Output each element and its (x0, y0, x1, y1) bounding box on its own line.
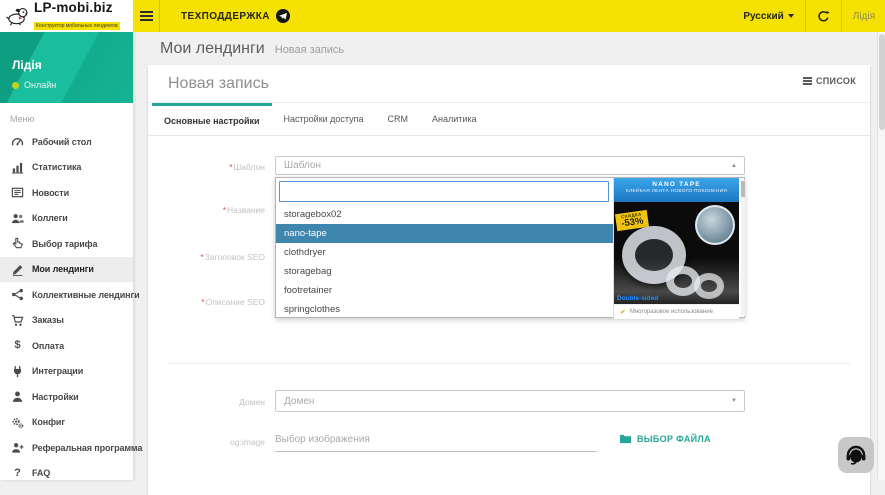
hamburger-menu-button[interactable] (133, 0, 159, 32)
logo-subtitle: Конструктор мобильных лендингов (34, 22, 120, 30)
language-selector[interactable]: Русский (743, 11, 793, 22)
option-springclothes[interactable]: springclothes (276, 300, 613, 319)
name-field-label: *Название (168, 205, 265, 215)
sidebar-item-settings[interactable]: Настройки (0, 384, 133, 410)
dollar-icon: $ (11, 339, 24, 352)
template-select[interactable]: Шаблон ▲ (275, 156, 745, 175)
sidebar-user-panel: Лідія Онлайн (0, 32, 133, 103)
logo-title: LP-mobi.biz (34, 1, 120, 14)
news-icon (11, 186, 24, 199)
preview-feature-row: ✔ Многоразовое использование (614, 304, 739, 319)
breadcrumb-current: Новая запись (275, 44, 344, 56)
topbar-divider (841, 0, 842, 32)
sidebar-item-payment[interactable]: $ Оплата (0, 333, 133, 359)
share-icon (11, 288, 24, 301)
sidebar-item-statistics[interactable]: Статистика (0, 155, 133, 181)
template-preview-image: NANO TAPE КЛЕЙКАЯ ЛЕНТА НОВОГО ПОКОЛЕНИЯ… (613, 178, 739, 319)
topbar-divider (805, 0, 806, 32)
option-footretainer[interactable]: footretainer (276, 281, 613, 300)
template-search-input[interactable] (279, 181, 609, 202)
tab-access-settings[interactable]: Настройки доступа (272, 103, 376, 135)
online-status-label: Онлайн (24, 80, 56, 90)
breadcrumb-title: Мои лендинги (160, 40, 265, 58)
list-icon (803, 77, 812, 85)
hand-pointer-icon (11, 237, 24, 250)
bar-chart-icon (11, 161, 24, 174)
scrollbar-thumb[interactable] (879, 34, 885, 130)
new-record-card: Новая запись СПИСОК Основные настройки Н… (148, 65, 870, 495)
topbar: LP-mobi.biz Конструктор мобильных лендин… (0, 0, 885, 32)
template-options-list: storagebox02 nano-tape clothdryer storag… (276, 205, 613, 319)
page-scrollbar[interactable] (877, 32, 885, 480)
dog-logo-icon (6, 6, 29, 26)
seo-description-field-label: *Описание SEO (168, 297, 265, 307)
template-field-label: *Шаблон (168, 162, 265, 172)
option-storagebag[interactable]: storagebag (276, 262, 613, 281)
gears-icon (11, 416, 24, 429)
og-image-input[interactable] (275, 428, 597, 452)
option-storagebox02[interactable]: storagebox02 (276, 205, 613, 224)
logo[interactable]: LP-mobi.biz Конструктор мобильных лендин… (0, 0, 133, 32)
headset-icon (844, 443, 868, 467)
sidebar-username: Лідія (12, 58, 133, 72)
sidebar-item-tariff[interactable]: Выбор тарифа (0, 231, 133, 257)
sidebar-item-my-landings[interactable]: Мои лендинги (0, 257, 133, 283)
card-title: Новая запись (168, 75, 269, 93)
choose-file-button[interactable]: ВЫБОР ФАЙЛА (619, 433, 711, 444)
tab-bar: Основные настройки Настройки доступа CRM… (148, 103, 870, 136)
folder-icon (619, 433, 632, 444)
sidebar-item-orders[interactable]: Заказы (0, 308, 133, 334)
question-icon: ? (11, 467, 24, 480)
seo-title-field-label: *Заголовок SEO (168, 252, 265, 262)
support-chat-button[interactable] (838, 437, 874, 473)
sidebar: Лідія Онлайн Меню Рабочий стол Статистик… (0, 32, 133, 480)
sidebar-item-faq[interactable]: ? FAQ (0, 461, 133, 487)
user-icon (11, 390, 24, 403)
online-status-dot (12, 82, 19, 89)
support-label: ТЕХПОДДЕРЖКА (181, 11, 270, 22)
user-plus-icon (11, 441, 24, 454)
users-icon (11, 212, 24, 225)
form-section-divider (168, 363, 850, 364)
plug-icon (11, 365, 24, 378)
sidebar-item-integrations[interactable]: Интеграции (0, 359, 133, 385)
breadcrumb: Мои лендинги Новая запись (160, 40, 344, 58)
telegram-icon (276, 9, 290, 23)
dropdown-scrollbar[interactable] (741, 180, 745, 316)
domain-select[interactable]: Домен ▼ (275, 390, 745, 412)
tab-main-settings[interactable]: Основные настройки (152, 103, 272, 135)
sidebar-item-dashboard[interactable]: Рабочий стол (0, 129, 133, 155)
menu-section-label: Меню (10, 114, 133, 124)
language-label: Русский (743, 11, 783, 22)
dashboard-icon (11, 135, 24, 148)
sidebar-item-config[interactable]: Конфиг (0, 410, 133, 436)
option-clothdryer[interactable]: clothdryer (276, 243, 613, 262)
preview-inset-photo (695, 205, 735, 245)
tape-roll-image (694, 273, 724, 299)
tab-crm[interactable]: CRM (376, 103, 421, 135)
tab-analytics[interactable]: Аналитика (420, 103, 489, 135)
chevron-down-icon: ▼ (731, 398, 737, 404)
preview-header: NANO TAPE КЛЕЙКАЯ ЛЕНТА НОВОГО ПОКОЛЕНИЯ (614, 178, 739, 202)
preview-product-photo: СКИДКА -53% Double-sided (614, 202, 739, 304)
template-dropdown: storagebox02 nano-tape clothdryer storag… (275, 177, 745, 318)
option-nano-tape[interactable]: nano-tape (276, 224, 613, 243)
pencil-icon (11, 263, 24, 276)
topbar-divider (159, 0, 160, 32)
check-icon: ✔ (620, 308, 626, 316)
domain-field-label: Домен (168, 397, 265, 407)
chevron-down-icon (788, 14, 794, 18)
og-image-field-label: og:image (168, 437, 265, 447)
refresh-icon[interactable] (817, 10, 830, 23)
list-button[interactable]: СПИСОК (803, 76, 856, 86)
sidebar-item-colleagues[interactable]: Коллеги (0, 206, 133, 232)
sidebar-item-news[interactable]: Новости (0, 180, 133, 206)
sidebar-item-collective-landings[interactable]: Коллективные лендинги (0, 282, 133, 308)
sidebar-item-referral[interactable]: Реферальная программа (0, 435, 133, 461)
chevron-up-icon: ▲ (731, 163, 737, 169)
support-link[interactable]: ТЕХПОДДЕРЖКА (181, 0, 290, 32)
cart-icon (11, 314, 24, 327)
topbar-username[interactable]: Лідія (853, 11, 875, 22)
